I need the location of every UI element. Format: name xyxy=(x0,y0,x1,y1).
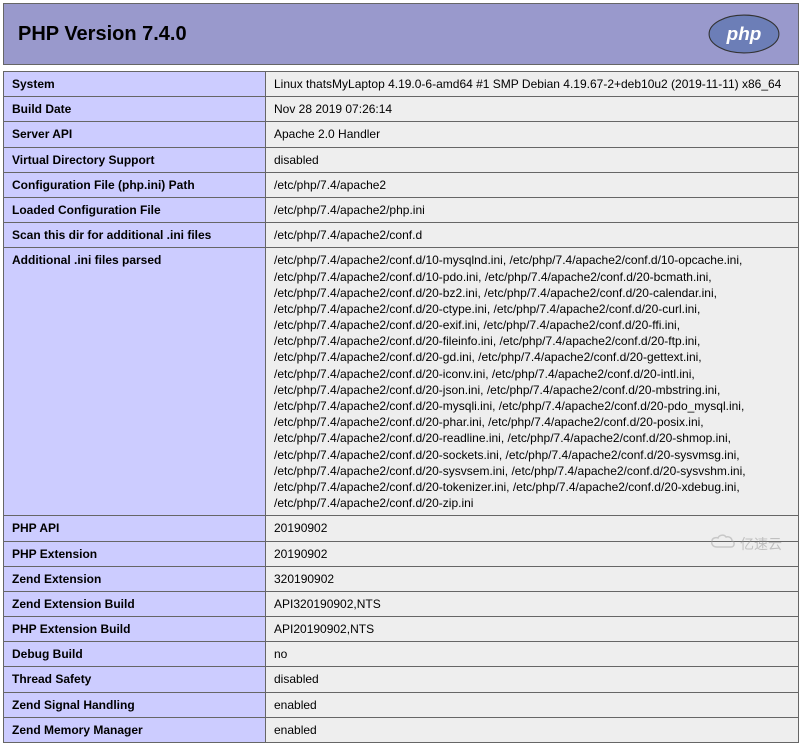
row-label: PHP Extension Build xyxy=(4,617,266,642)
table-row: Scan this dir for additional .ini files/… xyxy=(4,223,799,248)
row-value: /etc/php/7.4/apache2/conf.d/10-mysqlnd.i… xyxy=(266,248,799,516)
row-label: Debug Build xyxy=(4,642,266,667)
row-value: enabled xyxy=(266,717,799,742)
row-label: Zend Memory Manager xyxy=(4,717,266,742)
row-value: no xyxy=(266,642,799,667)
row-value: 320190902 xyxy=(266,566,799,591)
watermark-text: 亿速云 xyxy=(740,534,782,554)
page-title: PHP Version 7.4.0 xyxy=(18,23,187,46)
table-row: Virtual Directory Supportdisabled xyxy=(4,147,799,172)
row-value: API320190902,NTS xyxy=(266,591,799,616)
row-value: Linux thatsMyLaptop 4.19.0-6-amd64 #1 SM… xyxy=(266,72,799,97)
table-row: Configuration File (php.ini) Path/etc/ph… xyxy=(4,172,799,197)
table-row: Debug Buildno xyxy=(4,642,799,667)
row-label: Configuration File (php.ini) Path xyxy=(4,172,266,197)
row-label: Virtual Directory Support xyxy=(4,147,266,172)
table-row: Zend Memory Managerenabled xyxy=(4,717,799,742)
cloud-icon xyxy=(710,533,736,554)
info-table: SystemLinux thatsMyLaptop 4.19.0-6-amd64… xyxy=(3,71,799,743)
table-row: Loaded Configuration File/etc/php/7.4/ap… xyxy=(4,197,799,222)
table-row: Server APIApache 2.0 Handler xyxy=(4,122,799,147)
row-value: API20190902,NTS xyxy=(266,617,799,642)
table-row: PHP Extension BuildAPI20190902,NTS xyxy=(4,617,799,642)
row-label: Scan this dir for additional .ini files xyxy=(4,223,266,248)
watermark: 亿速云 xyxy=(710,533,782,554)
row-label: PHP API xyxy=(4,516,266,541)
table-row: PHP Extension20190902 xyxy=(4,541,799,566)
row-value: /etc/php/7.4/apache2/conf.d xyxy=(266,223,799,248)
row-label: Zend Extension xyxy=(4,566,266,591)
row-label: Zend Extension Build xyxy=(4,591,266,616)
row-value: Apache 2.0 Handler xyxy=(266,122,799,147)
row-value: disabled xyxy=(266,667,799,692)
row-label: Build Date xyxy=(4,97,266,122)
row-label: Additional .ini files parsed xyxy=(4,248,266,516)
table-row: Zend Extension BuildAPI320190902,NTS xyxy=(4,591,799,616)
row-label: Zend Signal Handling xyxy=(4,692,266,717)
table-row: Build DateNov 28 2019 07:26:14 xyxy=(4,97,799,122)
row-value: /etc/php/7.4/apache2 xyxy=(266,172,799,197)
row-value: enabled xyxy=(266,692,799,717)
table-row: SystemLinux thatsMyLaptop 4.19.0-6-amd64… xyxy=(4,72,799,97)
row-value: /etc/php/7.4/apache2/php.ini xyxy=(266,197,799,222)
row-value: disabled xyxy=(266,147,799,172)
row-label: Server API xyxy=(4,122,266,147)
row-label: System xyxy=(4,72,266,97)
row-value: Nov 28 2019 07:26:14 xyxy=(266,97,799,122)
table-row: Zend Extension320190902 xyxy=(4,566,799,591)
table-row: Zend Signal Handlingenabled xyxy=(4,692,799,717)
php-logo: php xyxy=(704,14,784,54)
row-label: Thread Safety xyxy=(4,667,266,692)
table-row: Additional .ini files parsed/etc/php/7.4… xyxy=(4,248,799,516)
row-label: PHP Extension xyxy=(4,541,266,566)
header-bar: PHP Version 7.4.0 php xyxy=(3,3,799,65)
svg-text:php: php xyxy=(726,24,762,45)
row-label: Loaded Configuration File xyxy=(4,197,266,222)
table-row: PHP API20190902 xyxy=(4,516,799,541)
table-row: Thread Safetydisabled xyxy=(4,667,799,692)
